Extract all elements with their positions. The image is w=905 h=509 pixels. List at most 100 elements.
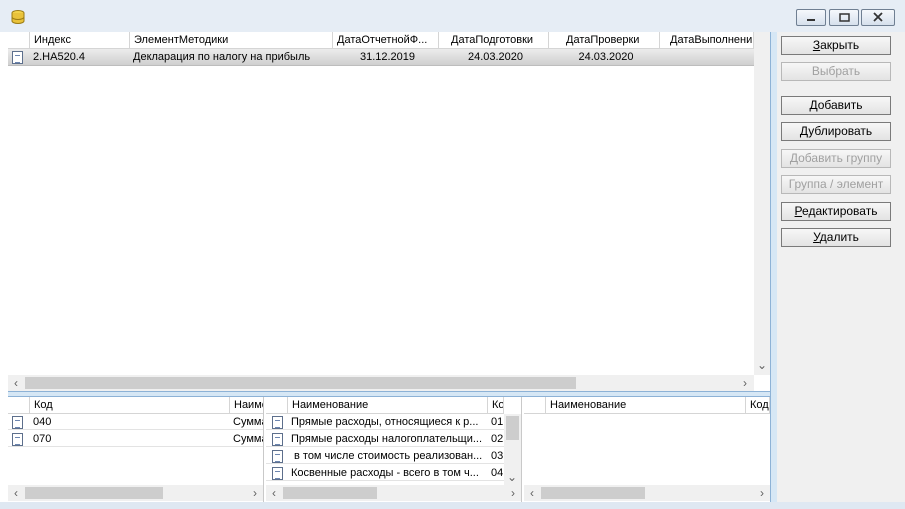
header-icon-column <box>524 397 546 414</box>
table-row[interactable]: Прямые расходы налогоплательщи... 02 <box>266 431 504 447</box>
column-header[interactable]: Наименование <box>288 397 488 414</box>
column-header[interactable]: Наиме <box>230 397 263 414</box>
column-header[interactable]: ДатаВыполнени <box>660 32 754 49</box>
column-header[interactable]: ДатаПроверки <box>549 32 660 49</box>
edit-button[interactable]: Редактировать <box>781 202 891 221</box>
table-row[interactable]: 2.НА520.4 Декларация по налогу на прибыл… <box>8 49 754 66</box>
close-button-label: акрыть <box>820 38 860 52</box>
document-icon <box>272 433 283 446</box>
close-icon <box>873 12 883 22</box>
duplicate-button-label: ублировать <box>808 124 873 138</box>
column-header[interactable]: Наименование <box>546 397 746 414</box>
cell-name: Прямые расходы, относящиеся к р... <box>291 416 479 428</box>
scroll-down-icon[interactable]: ⌄ <box>754 357 770 373</box>
column-header[interactable]: Код <box>30 397 230 414</box>
add-group-button: Добавить группу <box>781 149 891 168</box>
group-element-button: Группа / элемент <box>781 175 891 194</box>
minimize-icon <box>807 19 815 21</box>
table-row[interactable]: 070 Сумма <box>8 431 263 447</box>
scroll-right-icon[interactable]: › <box>737 375 753 391</box>
cell-code: 01 <box>491 416 504 428</box>
scroll-right-icon[interactable]: › <box>247 485 263 501</box>
delete-button[interactable]: Удалить <box>781 228 891 247</box>
vertical-splitter[interactable] <box>770 32 777 502</box>
scrollbar-thumb[interactable] <box>541 487 645 499</box>
cell-name: в том числе стоимость реализован... <box>294 450 483 462</box>
close-window-button[interactable] <box>861 9 895 26</box>
edit-button-hotkey: Р <box>794 204 803 218</box>
scroll-left-icon[interactable]: ‹ <box>8 375 24 391</box>
column-header[interactable]: Ко <box>488 397 504 414</box>
select-button: Выбрать <box>781 62 891 81</box>
delete-button-hotkey: У <box>813 230 820 244</box>
horizontal-scrollbar[interactable]: ‹ › <box>524 485 770 501</box>
document-icon <box>12 416 23 429</box>
cell-name: Прямые расходы налогоплательщи... <box>291 433 483 445</box>
cell-name: Косвенные расходы - всего в том ч... <box>291 467 479 479</box>
scroll-right-icon[interactable]: › <box>505 485 521 501</box>
main-grid[interactable]: Индекс ЭлементМетодики ДатаОтчетнойФ... … <box>8 32 773 392</box>
pane-middle[interactable]: Наименование Ко Прямые расходы, относящи… <box>266 397 522 502</box>
window-bottom-border <box>0 502 905 509</box>
header-icon-column <box>266 397 288 414</box>
scroll-right-icon[interactable]: › <box>754 485 770 501</box>
vertical-scrollbar[interactable]: ⌄ <box>754 32 771 375</box>
cell-code: 03 <box>491 450 504 462</box>
table-row[interactable]: 040 Сумма <box>8 414 263 430</box>
pane-left[interactable]: Код Наиме 040 Сумма 070 Сумма ‹ › <box>8 397 264 502</box>
close-button[interactable]: Закрыть <box>781 36 891 55</box>
cell-code: 04 <box>491 467 504 479</box>
column-header[interactable]: ЭлементМетодики <box>130 32 333 49</box>
cell-code: 02 <box>491 433 504 445</box>
document-icon <box>12 51 23 64</box>
header-icon-column <box>8 397 30 414</box>
cell-prep-date: 24.03.2020 <box>467 51 524 63</box>
cell-check-date: 24.03.2020 <box>578 51 634 63</box>
title-bar <box>0 0 905 32</box>
add-button[interactable]: Добавить <box>781 96 891 115</box>
maximize-icon <box>839 13 850 22</box>
maximize-button[interactable] <box>829 9 859 26</box>
delete-button-label: далить <box>819 230 859 244</box>
edit-button-label: едактировать <box>802 204 878 218</box>
add-button-label: обавить <box>817 98 863 112</box>
document-icon <box>272 467 283 480</box>
minimize-button[interactable] <box>796 9 826 26</box>
table-row[interactable]: Прямые расходы, относящиеся к р... 01 <box>266 414 504 430</box>
duplicate-button[interactable]: Дублировать <box>781 122 891 141</box>
cell-element: Декларация по налогу на прибыль <box>133 51 311 63</box>
cell-name: Сумма <box>233 416 263 428</box>
scrollbar-thumb[interactable] <box>25 487 163 499</box>
horizontal-scrollbar[interactable]: ‹ › <box>8 485 263 501</box>
app-icon <box>11 10 25 24</box>
vertical-scrollbar[interactable]: ⌄ <box>504 414 521 485</box>
scrollbar-thumb[interactable] <box>506 416 519 440</box>
duplicate-button-hotkey: Д <box>799 124 809 138</box>
scroll-down-icon[interactable]: ⌄ <box>504 469 520 485</box>
cell-done-date <box>660 49 754 65</box>
add-button-hotkey: Д <box>809 98 818 112</box>
column-header[interactable]: Код <box>746 397 770 414</box>
cell-code: 070 <box>33 433 52 445</box>
column-header[interactable]: ДатаОтчетнойФ... <box>333 32 439 49</box>
document-icon <box>272 416 283 429</box>
scrollbar-thumb[interactable] <box>25 377 576 389</box>
table-row[interactable]: в том числе стоимость реализован... 03 <box>266 448 504 464</box>
column-header[interactable]: ДатаПодготовки <box>439 32 549 49</box>
pane-right[interactable]: Наименование Код ‹ › <box>524 397 770 502</box>
cell-report-date: 31.12.2019 <box>359 51 416 63</box>
scroll-left-icon[interactable]: ‹ <box>524 485 540 501</box>
scroll-left-icon[interactable]: ‹ <box>8 485 24 501</box>
header-icon-column <box>8 32 30 49</box>
scrollbar-thumb[interactable] <box>283 487 377 499</box>
horizontal-scrollbar[interactable]: ‹ › <box>8 375 754 391</box>
column-header[interactable]: Индекс <box>30 32 130 49</box>
scroll-left-icon[interactable]: ‹ <box>266 485 282 501</box>
actions-panel: Закрыть Выбрать Добавить Дублировать Доб… <box>777 32 905 502</box>
document-icon <box>272 450 283 463</box>
document-icon <box>12 433 23 446</box>
horizontal-scrollbar[interactable]: ‹ › <box>266 485 521 501</box>
cell-name: Сумма <box>233 433 263 445</box>
table-row[interactable]: Косвенные расходы - всего в том ч... 04 <box>266 465 504 481</box>
cell-index: 2.НА520.4 <box>33 51 85 63</box>
